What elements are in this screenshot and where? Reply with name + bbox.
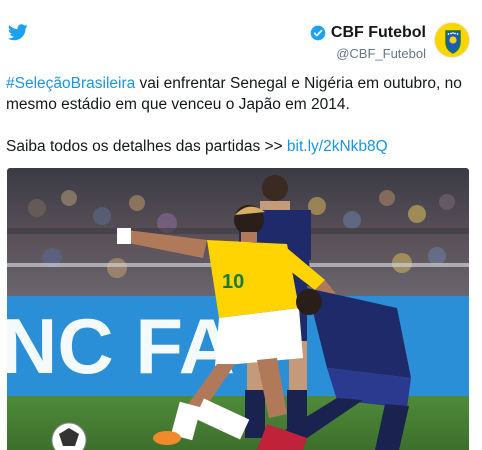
tweet-paragraph-2: Saiba todos os detalhes das partidas >> … (6, 136, 474, 157)
short-url-link[interactable]: bit.ly/2kNkb8Q (287, 138, 388, 155)
author-name-row: CBF Futebol (310, 24, 426, 42)
avatar[interactable] (434, 22, 470, 58)
banner-text: NC FA (7, 302, 235, 390)
cbf-crest-icon (435, 23, 469, 57)
tweet-details-text: Saiba todos os detalhes das partidas >> (6, 138, 287, 155)
tweet-paragraph-1: #SeleçãoBrasileira vai enfrentar Senegal… (6, 73, 474, 115)
match-photo-illustration: NC FA 19 (7, 168, 469, 450)
twitter-bird-icon[interactable] (8, 24, 28, 41)
author-block[interactable]: CBF Futebol @CBF_Futebol (310, 22, 470, 62)
tweet-text: #SeleçãoBrasileira vai enfrentar Senegal… (6, 73, 474, 157)
tweet-photo[interactable]: NC FA 19 (7, 168, 469, 450)
author-name[interactable]: CBF Futebol (331, 24, 426, 42)
author-handle[interactable]: @CBF_Futebol (310, 45, 426, 62)
verified-badge-icon (310, 25, 326, 41)
tweet-card: CBF Futebol @CBF_Futebol #SeleçãoBrasile… (0, 0, 482, 450)
jersey-number-10: 10 (222, 271, 244, 293)
author-text: CBF Futebol @CBF_Futebol (310, 24, 426, 62)
hashtag-link[interactable]: #SeleçãoBrasileira (6, 75, 135, 92)
